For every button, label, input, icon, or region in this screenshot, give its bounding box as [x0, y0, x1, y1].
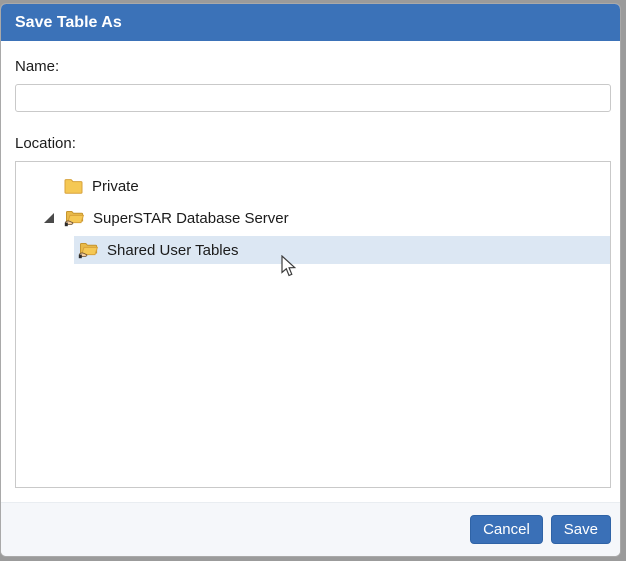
dialog-titlebar: Save Table As [1, 4, 620, 41]
tree-row-superstar-database-server[interactable]: SuperSTAR Database Server [16, 202, 610, 234]
save-button[interactable]: Save [550, 515, 611, 544]
name-input[interactable] [15, 84, 611, 112]
dialog-body: Name: Location: Private SuperSTAR Databa… [1, 41, 620, 488]
dialog-title: Save Table As [15, 13, 122, 31]
expander-slot [16, 202, 60, 234]
tree-row-shared-user-tables[interactable]: Shared User Tables [16, 234, 610, 266]
expander-slot [16, 234, 74, 266]
location-tree: Private SuperSTAR Database Server Shared… [15, 161, 611, 488]
folder-icon [64, 178, 83, 194]
tree-row-private[interactable]: Private [16, 170, 610, 202]
shared-folder-icon [78, 241, 98, 259]
collapse-expander-icon[interactable] [44, 213, 54, 223]
shared-folder-icon [64, 209, 84, 227]
expander-slot [16, 170, 60, 202]
tree-label: Shared User Tables [107, 241, 239, 259]
location-label: Location: [15, 135, 76, 152]
selected-row-highlight: Shared User Tables [74, 236, 610, 264]
dialog-footer: Cancel Save [1, 502, 620, 556]
tree-label: SuperSTAR Database Server [93, 209, 289, 227]
name-label: Name: [15, 58, 60, 75]
cancel-button[interactable]: Cancel [470, 515, 543, 544]
screen: { "dialog": { "title": "Save Table As", … [0, 0, 626, 561]
tree-label: Private [92, 177, 139, 195]
save-table-as-dialog: Save Table As Name: Location: Private Su… [0, 3, 621, 557]
